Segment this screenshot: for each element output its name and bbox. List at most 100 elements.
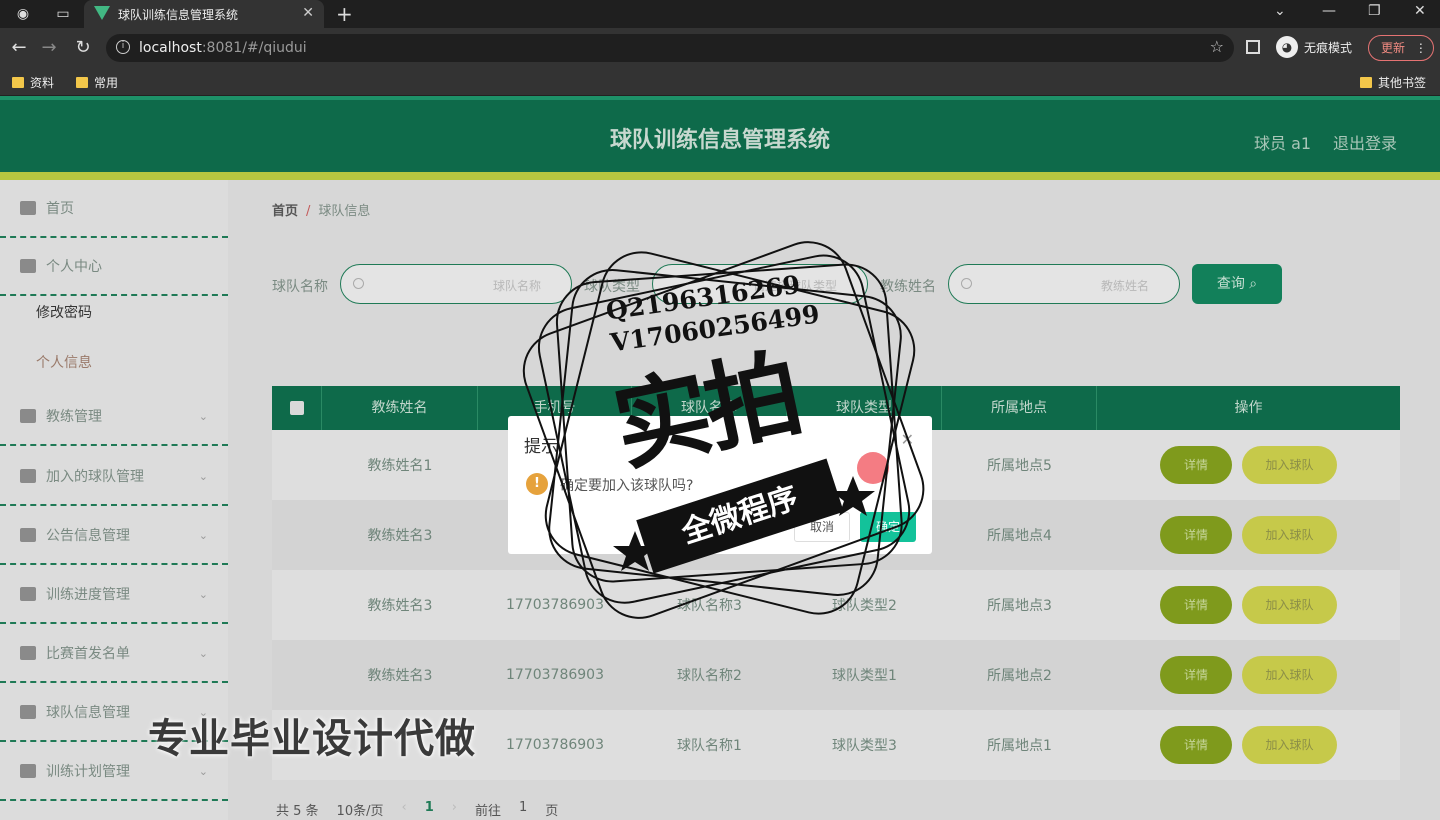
detail-button[interactable]: 详情: [1160, 516, 1232, 554]
sidebar-item-coach[interactable]: 教练管理 ⌄: [0, 388, 228, 446]
breadcrumb-home[interactable]: 首页: [272, 204, 298, 219]
join-team-button[interactable]: 加入球队: [1242, 656, 1337, 694]
join-team-button[interactable]: 加入球队: [1242, 586, 1337, 624]
detail-button[interactable]: 详情: [1160, 726, 1232, 764]
table-row: 教练姓名3 17703786903 球队名称2 球队类型1 所属地点2 详情 加入…: [272, 640, 1400, 710]
image-icon: [20, 528, 36, 542]
breadcrumb: 首页 / 球队信息: [272, 204, 371, 219]
bookmark-star-icon[interactable]: ☆: [1210, 37, 1224, 56]
window-close-icon[interactable]: ✕: [1414, 3, 1426, 19]
col-place: 所属地点: [942, 386, 1097, 430]
bookmarks-bar: 资料 常用 其他书签: [0, 68, 1440, 96]
folder-icon: [1360, 77, 1372, 88]
col-coach: 教练姓名: [322, 386, 478, 430]
browser-tab-bar: ◉ ▭ 球队训练信息管理系统 ✕ + ⌄ — ❐ ✕: [0, 0, 1440, 28]
app-header: 球队训练信息管理系统 球员 a1 退出登录: [0, 96, 1440, 172]
search-label-coach-name: 教练姓名: [880, 279, 936, 295]
dialog-close-icon[interactable]: ✕: [901, 430, 914, 449]
dialog-title: 提示: [524, 437, 558, 457]
next-page-icon[interactable]: ›: [452, 800, 457, 819]
cursor-highlight: [857, 452, 889, 484]
pagination-total: 共 5 条: [276, 804, 319, 819]
tab-title: 球队训练信息管理系统: [118, 8, 239, 22]
current-user: 球员 a1: [1254, 134, 1312, 153]
select-all-checkbox[interactable]: [272, 386, 322, 430]
folder-icon: [12, 77, 24, 88]
site-info-icon[interactable]: i: [116, 40, 130, 54]
logout-link[interactable]: 退出登录: [1333, 130, 1397, 154]
chevron-down-icon: ⌄: [198, 409, 208, 423]
app-title: 球队训练信息管理系统: [609, 128, 830, 153]
tab-close-icon[interactable]: ✕: [302, 5, 314, 21]
browser-toolbar: ← → ↻ i localhost:8081/#/qiudui ☆ ◕ 无痕模式…: [0, 28, 1440, 68]
table-row: 教练姓名3 17703786903 球队名称3 球队类型2 所属地点3 详情 加入…: [272, 570, 1400, 640]
sidebar-item-starting-lineup[interactable]: 比赛首发名单 ⌄: [0, 625, 228, 683]
tab-list-chevron-icon[interactable]: ⌄: [1274, 3, 1286, 19]
breadcrumb-current: 球队信息: [318, 204, 371, 219]
join-team-button[interactable]: 加入球队: [1242, 446, 1337, 484]
vue-logo-icon: [94, 6, 110, 20]
detail-button[interactable]: 详情: [1160, 446, 1232, 484]
detail-button[interactable]: 详情: [1160, 586, 1232, 624]
bookmark-folder[interactable]: 常用: [76, 74, 118, 91]
incognito-icon: ◕: [1276, 36, 1298, 58]
incognito-label: 无痕模式: [1304, 40, 1353, 55]
briefcase-icon: [20, 469, 36, 483]
folder-icon: [76, 77, 88, 88]
dialog-confirm-button[interactable]: 确定: [860, 512, 916, 542]
other-bookmarks[interactable]: 其他书签: [1360, 74, 1426, 91]
list-icon: [20, 646, 36, 660]
page-number[interactable]: 1: [425, 800, 434, 819]
page-size-select[interactable]: 10条/页: [337, 800, 384, 819]
pagination: 共 5 条 10条/页 ‹ 1 › 前往 1 页: [276, 800, 559, 819]
back-icon[interactable]: ←: [8, 37, 30, 58]
team-name-input[interactable]: 球队名称: [340, 264, 572, 304]
restore-icon[interactable]: ❐: [1368, 3, 1381, 19]
join-team-button[interactable]: 加入球队: [1242, 516, 1337, 554]
user-icon: [20, 259, 36, 273]
chevron-down-icon: ⌄: [198, 764, 208, 778]
sidebar-item-training-progress[interactable]: 训练进度管理 ⌄: [0, 566, 228, 624]
sidebar-item-notice[interactable]: 公告信息管理 ⌄: [0, 507, 228, 565]
forward-icon[interactable]: →: [38, 37, 60, 58]
sidebar-sub-personal-info[interactable]: 个人信息: [36, 352, 92, 372]
chevron-down-icon: ⌄: [198, 587, 208, 601]
goto-page-input[interactable]: 1: [519, 800, 527, 819]
tab-search-icon[interactable]: ▭: [54, 5, 72, 23]
reload-icon[interactable]: ↻: [72, 37, 94, 58]
update-button[interactable]: 更新 ⋮: [1368, 35, 1434, 61]
new-tab-icon[interactable]: +: [336, 2, 353, 26]
minimize-icon[interactable]: —: [1322, 3, 1336, 19]
prev-page-icon[interactable]: ‹: [401, 800, 406, 819]
query-button[interactable]: 查询 ⌕: [1192, 264, 1282, 304]
warning-icon: !: [526, 473, 548, 495]
url-text: localhost:8081/#/qiudui: [139, 40, 307, 56]
sidebar-item-personal-center[interactable]: 个人中心: [0, 238, 228, 296]
incognito-indicator[interactable]: ◕ 无痕模式: [1276, 36, 1352, 58]
sidebar-item-joined-team[interactable]: 加入的球队管理 ⌄: [0, 448, 228, 506]
search-form: 球队名称 球队名称 球队类型 请选择球队类型 教练姓名 教练姓名 查询 ⌕: [272, 264, 1422, 304]
home-icon: [20, 201, 36, 215]
search-icon: [961, 278, 972, 289]
grid-icon: [20, 587, 36, 601]
browser-tab[interactable]: 球队训练信息管理系统 ✕: [84, 0, 324, 28]
chevron-down-icon: ⌄: [198, 646, 208, 660]
search-icon: [353, 278, 364, 289]
address-bar[interactable]: i localhost:8081/#/qiudui ☆: [106, 34, 1234, 62]
browser-globe-icon[interactable]: ◉: [14, 5, 32, 23]
chevron-down-icon: ⌄: [198, 469, 208, 483]
coach-name-input[interactable]: 教练姓名: [948, 264, 1180, 304]
bookmark-folder[interactable]: 资料: [12, 74, 54, 91]
header-stripe: [0, 172, 1440, 180]
sidebar-item-home[interactable]: 首页: [0, 180, 228, 238]
detail-button[interactable]: 详情: [1160, 656, 1232, 694]
monitor-icon: [20, 705, 36, 719]
checklist-icon: [20, 409, 36, 423]
chevron-down-icon: ⌄: [198, 528, 208, 542]
sidebar-sub-change-password[interactable]: 修改密码: [36, 302, 92, 322]
search-label-team-name: 球队名称: [272, 279, 328, 295]
side-panel-icon[interactable]: [1246, 40, 1260, 54]
watermark-bottom-text: 专业毕业设计代做: [148, 716, 476, 762]
join-team-button[interactable]: 加入球队: [1242, 726, 1337, 764]
col-actions: 操作: [1234, 400, 1263, 416]
